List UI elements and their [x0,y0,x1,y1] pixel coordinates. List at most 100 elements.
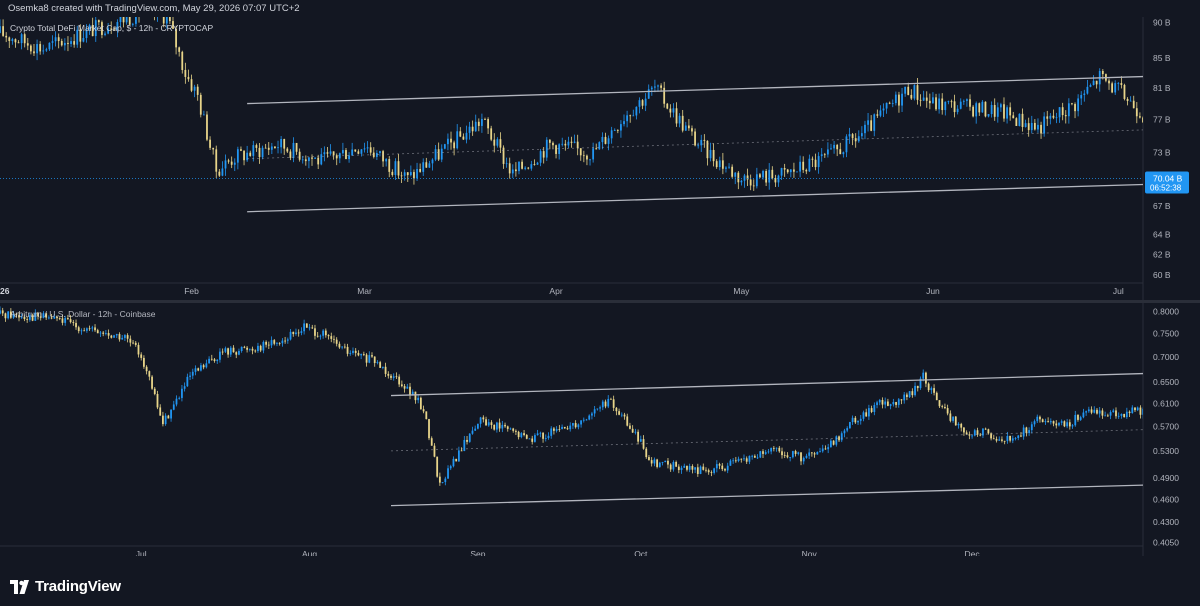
candle [775,447,778,452]
candle [816,451,819,455]
candle [993,98,996,121]
candle [320,148,323,166]
candle [360,353,363,360]
candle [270,142,273,154]
candle [453,140,456,156]
candle [1052,109,1055,120]
candle [555,144,557,159]
candle [267,341,270,349]
candle [80,328,83,335]
candle [270,336,273,349]
candle [75,319,77,330]
candle [613,128,616,131]
candle [969,94,971,111]
candle [1,307,4,317]
candle [623,114,625,127]
candle [42,44,45,55]
candle [1006,105,1008,124]
candle [238,348,240,356]
candle [477,118,480,132]
candle [836,143,839,157]
candle [487,419,490,427]
candle [965,430,968,435]
candle [593,405,596,417]
candle [1058,422,1060,427]
candle [1015,117,1018,126]
candle [189,371,191,380]
candle [181,385,183,402]
candle [311,324,314,330]
candle [878,398,881,406]
candle [368,351,371,364]
candle [156,390,159,410]
tradingview-logo-icon [10,579,29,594]
y-tick-label: 64 B [1153,230,1171,240]
candle [316,331,319,338]
candle [699,465,702,475]
candle [854,133,857,148]
candle [265,340,268,348]
candle [276,342,278,347]
candle [1139,112,1141,119]
x-tick-label: Sep [470,549,485,556]
candle [181,50,184,74]
candle [770,447,773,455]
candle [996,102,999,123]
candle [527,166,530,170]
candle [1039,415,1041,423]
y-tick-label: 0.5700 [1153,422,1179,432]
defi-market-cap-pane[interactable]: 90 B 85 B 81 B 77 B 73 B 67 B 64 B 62 B 60 B 2026… [0,17,1200,300]
candle [422,158,425,176]
candle [842,151,845,158]
tradingview-logo[interactable]: TradingView [10,578,121,595]
candle [54,31,57,47]
arbitrum-usd-pane[interactable]: 0.8000 0.7500 0.7000 0.6500 0.6100 0.5700 0.53… [0,303,1200,556]
candle [525,434,528,440]
candle [626,413,629,427]
candle [564,139,567,151]
candle [518,161,520,175]
candle [756,454,759,459]
candle [839,142,842,155]
defi-chart-legend[interactable]: Crypto Total DeFi Market Cap, $ - 12h - … [10,23,213,33]
candle [864,120,866,140]
candle [283,138,286,155]
candle [884,397,887,409]
candle [916,78,919,105]
candle [1129,96,1132,102]
candle [1009,102,1012,121]
candle [134,341,137,347]
candle [574,420,577,429]
candle [178,396,181,400]
candle [213,357,216,363]
candle [740,179,743,186]
candle [0,19,1,34]
candle [1030,115,1033,134]
candle [481,113,483,133]
candle [202,363,205,370]
candle [251,346,254,355]
candle [642,435,645,450]
candle [561,137,564,147]
candle [1074,102,1076,119]
candle [360,148,363,157]
candle [292,137,295,163]
candle [604,132,607,145]
candle [984,101,987,118]
candle [450,131,452,150]
candle [267,142,270,155]
candle [67,36,69,52]
candle [33,43,35,56]
footer-bar [0,570,1200,606]
candle [1061,102,1064,121]
candle [848,127,851,144]
candle [400,380,403,388]
x-tick-label: Jun [926,286,940,296]
y-tick-label: 0.4300 [1153,517,1179,527]
candle [437,142,440,161]
candle [596,408,599,411]
arb-chart-legend[interactable]: Arbitrum / U.S. Dollar - 12h - Coinbase [10,309,156,319]
candle [314,157,316,160]
candle [1064,110,1067,124]
candle [162,411,164,427]
